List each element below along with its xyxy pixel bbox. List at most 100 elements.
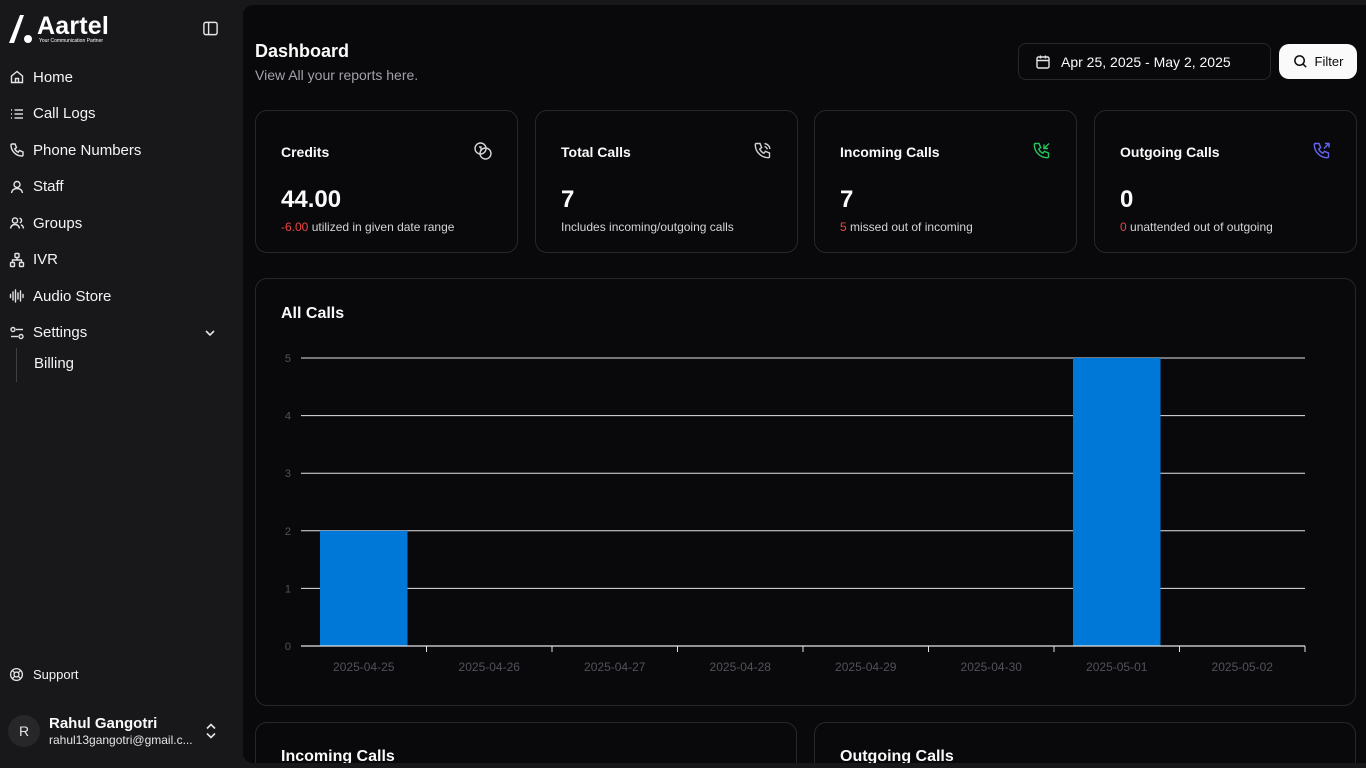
bar <box>1073 358 1161 646</box>
phone-call-icon <box>754 142 771 159</box>
sidebar-item-ivr[interactable]: IVR <box>0 242 243 279</box>
card-value: 44.00 <box>281 186 342 213</box>
sidebar-item-settings[interactable]: Settings <box>0 315 243 352</box>
panel-title: Outgoing Calls <box>840 748 954 763</box>
sidebar-item-staff[interactable]: Staff <box>0 169 243 206</box>
sidebar-nav: Home Call Logs Phone Numbers Staff Group… <box>0 59 243 351</box>
card-title: Outgoing Calls <box>1120 144 1220 160</box>
card-note-text: Includes incoming/outgoing calls <box>561 220 734 234</box>
sidebar-item-phone-numbers[interactable]: Phone Numbers <box>0 132 243 169</box>
card-value: 7 <box>561 186 575 213</box>
card-title: Credits <box>281 144 330 160</box>
brand-tagline: Your Communication Partner <box>39 38 104 44</box>
card-note: 5 missed out of incoming <box>840 220 973 234</box>
sidebar-item-call-logs[interactable]: Call Logs <box>0 96 243 133</box>
x-tick-label: 2025-05-02 <box>1212 660 1274 674</box>
sidebar-item-label: Phone Numbers <box>33 141 142 159</box>
filter-button[interactable]: Filter <box>1279 44 1357 79</box>
sidebar-item-home[interactable]: Home <box>0 59 243 96</box>
x-tick-label: 2025-05-01 <box>1086 660 1148 674</box>
home-icon <box>10 70 24 84</box>
x-tick-label: 2025-04-29 <box>835 660 897 674</box>
card-title: Total Calls <box>561 144 631 160</box>
list-icon <box>11 109 23 119</box>
submenu-divider <box>16 348 17 382</box>
outgoing-calls-card: Outgoing Calls 0 0 unattended out of out… <box>1094 110 1357 253</box>
sidebar-item-label: Call Logs <box>33 105 96 123</box>
incoming-calls-panel: Incoming Calls <box>255 722 797 763</box>
support-link[interactable]: Support <box>9 667 79 682</box>
sidebar: Aartel Your Communication Partner Home C… <box>0 0 243 768</box>
brand-name: Aartel <box>37 12 110 40</box>
sidebar-item-label: Settings <box>33 324 88 342</box>
card-title: Incoming Calls <box>840 144 940 160</box>
filter-label: Filter <box>1314 54 1344 69</box>
coins-icon <box>474 142 492 160</box>
outgoing-calls-panel: Outgoing Calls <box>814 722 1356 763</box>
card-note-text: missed out of incoming <box>846 220 973 234</box>
lifebuoy-icon <box>9 667 24 682</box>
main-content: Dashboard View All your reports here. Ap… <box>243 5 1366 763</box>
y-tick-label: 3 <box>285 468 291 480</box>
card-note-text: unattended out of outgoing <box>1126 220 1273 234</box>
phone-icon <box>10 143 24 157</box>
y-tick-label: 1 <box>285 583 291 595</box>
y-tick-label: 4 <box>285 411 291 423</box>
card-note: 0 unattended out of outgoing <box>1120 220 1273 234</box>
card-note: Includes incoming/outgoing calls <box>561 220 734 234</box>
card-note-text: utilized in given date range <box>308 220 455 234</box>
network-icon <box>9 252 25 267</box>
calendar-icon <box>1036 55 1050 69</box>
card-value: 0 <box>1120 186 1134 213</box>
y-tick-label: 2 <box>285 526 291 538</box>
card-note: -6.00 utilized in given date range <box>281 220 454 234</box>
user-icon <box>10 180 24 193</box>
sidebar-toggle-icon[interactable] <box>202 20 219 37</box>
incoming-calls-card: Incoming Calls 7 5 missed out of incomin… <box>814 110 1077 253</box>
phone-incoming-icon <box>1033 142 1050 159</box>
y-tick-label: 0 <box>285 641 291 653</box>
logo-mark-icon <box>9 15 32 43</box>
date-range-label: Apr 25, 2025 - May 2, 2025 <box>1061 53 1231 70</box>
x-tick-label: 2025-04-26 <box>459 660 521 674</box>
x-tick-label: 2025-04-28 <box>710 660 772 674</box>
panel-title: Incoming Calls <box>281 748 395 763</box>
user-menu[interactable]: R Rahul Gangotri rahul13gangotri@gmail.c… <box>8 713 234 749</box>
brand-logo[interactable]: Aartel Your Communication Partner <box>9 13 109 45</box>
y-tick-label: 5 <box>285 353 291 365</box>
sidebar-item-label: Audio Store <box>33 287 112 305</box>
sidebar-item-audio-store[interactable]: Audio Store <box>0 278 243 315</box>
user-name: Rahul Gangotri <box>49 714 158 732</box>
credits-card: Credits 44.00 -6.00 utilized in given da… <box>255 110 518 253</box>
sidebar-item-groups[interactable]: Groups <box>0 205 243 242</box>
total-calls-card: Total Calls 7 Includes incoming/outgoing… <box>535 110 798 253</box>
sidebar-item-billing[interactable]: Billing <box>34 355 74 372</box>
x-tick-label: 2025-04-25 <box>333 660 395 674</box>
sidebar-item-label: Staff <box>33 178 64 196</box>
sidebar-item-label: IVR <box>33 251 59 269</box>
page-subtitle: View All your reports here. <box>255 67 419 83</box>
date-range-picker[interactable]: Apr 25, 2025 - May 2, 2025 <box>1018 43 1271 80</box>
settings-sliders-icon <box>10 326 24 339</box>
x-tick-label: 2025-04-27 <box>584 660 646 674</box>
avatar: R <box>8 715 40 747</box>
card-value: 7 <box>840 186 854 213</box>
card-note-highlight: 0 <box>1120 220 1127 234</box>
x-tick-label: 2025-04-30 <box>961 660 1023 674</box>
search-icon <box>1293 55 1307 68</box>
bar <box>320 530 408 646</box>
sidebar-item-label: Home <box>33 68 74 86</box>
all-calls-bar-chart: 0 1 2 3 4 5 2025-04-25 2025-04-26 2025-04-27 2025… <box>285 353 1306 674</box>
sidebar-item-label: Groups <box>33 214 83 232</box>
card-note-highlight: -6.00 <box>281 220 309 234</box>
all-calls-chart-card: All Calls 0 1 2 3 4 5 2025-04-25 2025-04-26 2025… <box>255 278 1356 706</box>
page-title: Dashboard <box>255 41 350 61</box>
user-email: rahul13gangotri@gmail.c... <box>49 732 193 747</box>
card-note-highlight: 5 <box>840 220 847 234</box>
users-icon <box>9 217 25 229</box>
audio-wave-icon <box>9 289 24 303</box>
phone-outgoing-icon <box>1313 142 1330 159</box>
support-label: Support <box>33 667 79 682</box>
chevron-down-icon[interactable] <box>203 326 217 340</box>
chevrons-up-down-icon[interactable] <box>204 722 218 740</box>
